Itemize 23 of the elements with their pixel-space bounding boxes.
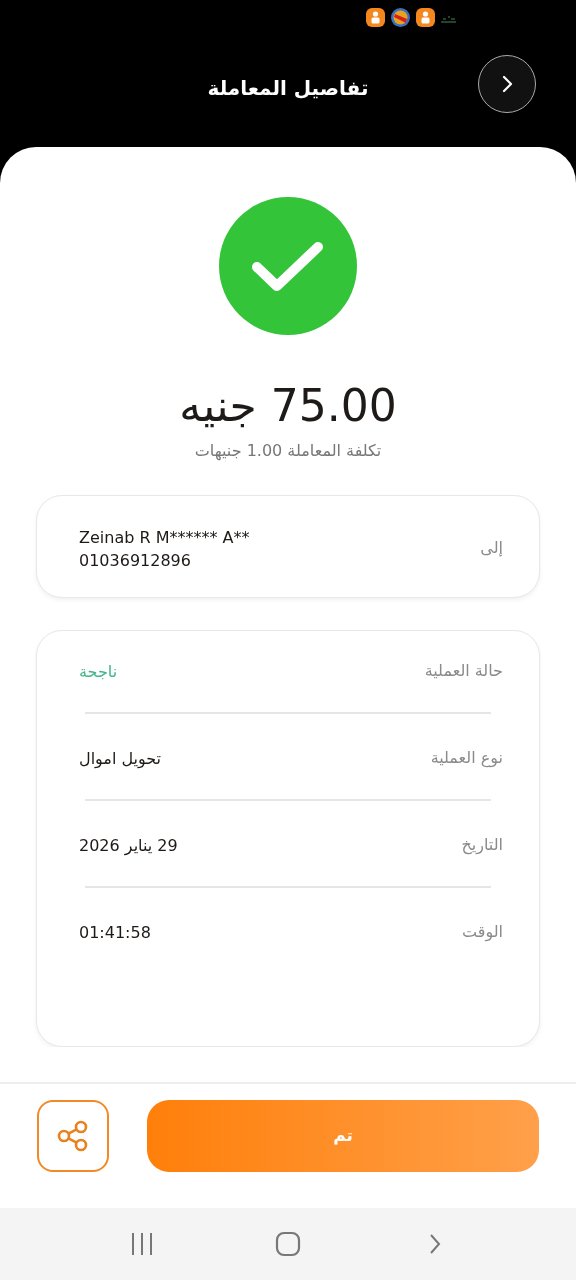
game-notification-icon — [391, 8, 410, 27]
done-button[interactable]: تم — [147, 1100, 539, 1172]
app-notification-icon — [366, 8, 385, 27]
detail-label: نوع العملية — [430, 747, 503, 770]
app-notification-icon — [416, 8, 435, 27]
detail-label: حالة العملية — [424, 660, 503, 682]
fee-text: تكلفة المعاملة 1.00 جنيهات — [194, 440, 382, 463]
amount: 75.00 جنيه — [179, 381, 397, 431]
home-nav-icon[interactable] — [275, 1231, 301, 1257]
detail-value: 01:41:58 — [79, 921, 151, 944]
detail-value: ناجحة — [79, 660, 118, 683]
recent-apps-icon[interactable] — [130, 1232, 155, 1256]
detail-value: تحويل اموال — [79, 747, 162, 770]
detail-value: 29 يناير 2026 — [79, 834, 178, 857]
detail-label: الوقت — [462, 921, 503, 944]
recipient-phone: 01036912896 — [79, 550, 192, 572]
recipient-name: Zeinab R M****** A** — [79, 527, 250, 549]
success-check-icon — [219, 197, 357, 335]
detail-label: التاريخ — [461, 834, 503, 857]
recipient-label: إلى — [480, 537, 503, 559]
small-notification-icon — [441, 16, 456, 23]
share-button[interactable] — [37, 1100, 109, 1172]
screen-title: تفاصيل المعاملة — [207, 74, 369, 102]
